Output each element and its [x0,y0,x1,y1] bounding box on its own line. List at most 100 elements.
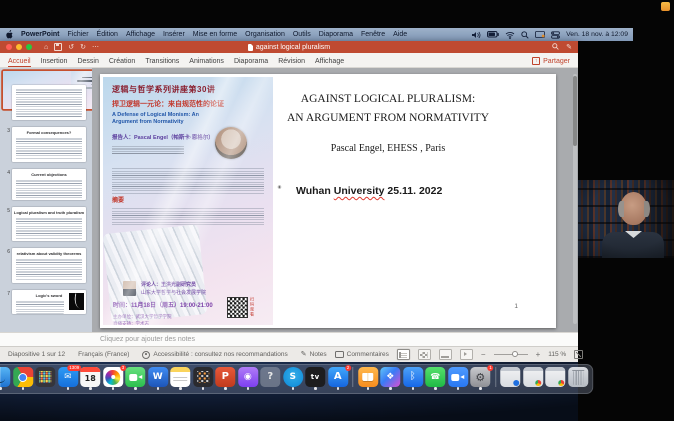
fit-slide-icon[interactable] [574,350,583,359]
undo-icon[interactable]: ↺ [68,44,74,51]
window-min-chrome-icon[interactable] [523,367,543,387]
mail-icon[interactable]: ✉1309 [58,367,78,387]
reading-view-button[interactable] [439,349,452,360]
menu-item-organisation[interactable]: Organisation [245,31,285,38]
skype-icon[interactable]: S [283,367,303,387]
apple-tv-icon[interactable]: tv [305,367,325,387]
menu-item-fichier[interactable]: Fichier [68,31,89,38]
screen-share-icon[interactable] [535,31,545,39]
launchpad-icon[interactable] [35,367,55,387]
running-indicator [479,387,482,390]
menu-item-outils[interactable]: Outils [293,31,311,38]
app-store-icon[interactable]: A2 [328,367,348,387]
slide-thumbnail-2[interactable]: 2 [2,85,86,120]
chrome-icon[interactable] [13,367,33,387]
language-indicator[interactable]: Français (France) [78,351,129,358]
missing-app-icon[interactable]: ? [260,367,280,387]
menu-item-affichage[interactable]: Affichage [126,31,155,38]
accessibility-status[interactable]: Accessibilité : consultez nos recommanda… [142,351,287,359]
zoom-window-button[interactable] [26,44,32,50]
ribbon-tab-dessin[interactable]: Dessin [77,56,98,68]
zoom-out-button[interactable]: − [481,351,486,359]
more-commands-icon[interactable]: ⋯ [92,44,99,51]
thumbnail-number: 5 [2,207,10,241]
word-icon[interactable]: W [148,367,168,387]
vertical-scrollbar[interactable] [573,74,577,324]
ribbon-tab-cr-ation[interactable]: Création [109,56,135,68]
search-icon[interactable] [552,43,559,52]
finder-icon[interactable] [0,367,10,387]
window-min-chrome2-icon[interactable] [545,367,565,387]
powerpoint-icon[interactable]: P [215,367,235,387]
notes-app-icon[interactable] [170,367,190,387]
trash-icon[interactable] [568,367,588,387]
ribbon-tab-transitions[interactable]: Transitions [145,56,179,68]
apple-menu-icon[interactable] [5,30,13,39]
minimize-window-button[interactable] [16,44,22,50]
home-icon[interactable]: ⌂ [44,44,48,51]
slideshow-view-button[interactable] [460,349,473,360]
grid-app-icon[interactable] [193,367,213,387]
slide-thumbnail-1[interactable]: 1 [2,71,86,78]
zoom-icon[interactable] [448,367,468,387]
menu-item-ins-rer[interactable]: Insérer [163,31,185,38]
zoom-slider-knob[interactable] [512,351,518,357]
share-edit-icon[interactable]: ✎ [566,43,572,51]
shortcuts-icon[interactable]: ❖ [380,367,400,387]
ribbon-tab-diaporama[interactable]: Diaporama [234,56,268,68]
facetime-icon[interactable] [125,367,145,387]
poster-host: 主办单位：武汉大学哲学学院 [113,314,172,320]
bluetooth-icon[interactable]: ᛒ [403,367,423,387]
menu-item-aide[interactable]: Aide [393,31,407,38]
video-call-participant[interactable] [578,180,674,258]
menu-item--dition[interactable]: Édition [97,31,118,38]
menubar-app-name[interactable]: PowerPoint [21,31,60,38]
slide-thumbnail-3[interactable]: 3Formal consequences? [2,127,86,162]
slide-thumbnail-4[interactable]: 4Current objections [2,169,86,200]
photos-icon[interactable]: 3 [103,367,123,387]
menu-item-mise-en-forme[interactable]: Mise en forme [193,31,237,38]
ribbon-tab-animations[interactable]: Animations [189,56,224,68]
normal-view-button[interactable] [397,349,410,360]
slide-thumbnail-5[interactable]: 5Logical pluralism and truth pluralism [2,207,86,241]
thumbnail-title: Formal consequences? [12,130,86,135]
podcasts-icon[interactable]: ◉ [238,367,258,387]
ribbon-tab-r-vision[interactable]: Révision [278,56,305,68]
books-icon[interactable] [358,367,378,387]
window-min-blue-icon[interactable] [500,367,520,387]
ribbon-tab-affichage[interactable]: Affichage [315,56,344,68]
poster-speaker-bio-lines [112,145,184,155]
slide-counter[interactable]: Diapositive 1 sur 12 [8,351,65,358]
ribbon-tab-insertion[interactable]: Insertion [41,56,68,68]
zoom-percentage[interactable]: 115 % [548,351,566,358]
share-button[interactable]: ↑ Partager [532,57,570,67]
zoom-in-button[interactable]: + [536,351,541,359]
slide-canvas[interactable]: 逻辑与哲学系列讲座第30讲 捍卫逻辑一元论：来自规范性的论证 A Defense… [100,74,556,328]
control-center-icon[interactable] [551,31,560,39]
notes-pane[interactable]: Cliquez pour ajouter des notes [0,332,578,346]
ribbon-tab-accueil[interactable]: Accueil [8,56,31,67]
slide-title[interactable]: AGAINST LOGICAL PLURALISM: AN ARGUMENT F… [250,90,526,128]
close-window-button[interactable] [6,44,12,50]
slide-author[interactable]: Pascal Engel, EHESS , Paris [250,143,526,154]
slide-thumbnail-7[interactable]: 7Logic's sword [2,290,86,314]
menubar-clock[interactable]: Ven. 18 nov. à 12:09 [566,31,628,38]
comments-toggle-button[interactable]: Commentaires [335,351,389,358]
menu-item-fen-tre[interactable]: Fenêtre [361,31,385,38]
zoom-slider[interactable] [494,354,528,355]
calendar-icon[interactable]: 18 [80,367,100,387]
volume-icon[interactable] [472,31,481,39]
redo-icon[interactable]: ↻ [80,44,86,51]
wifi-icon[interactable] [505,31,515,39]
menu-item-diaporama[interactable]: Diaporama [319,31,353,38]
running-indicator [112,387,115,390]
slide-sorter-view-button[interactable] [418,349,431,360]
settings-icon[interactable]: ⚙1 [470,367,490,387]
save-icon[interactable] [54,43,62,51]
slide-thumbnail-6[interactable]: 6relativism about validity theorems [2,248,86,283]
battery-icon[interactable] [487,31,499,38]
spotlight-search-icon[interactable] [521,31,529,39]
whatsapp-icon[interactable]: ☎ [425,367,445,387]
notes-toggle-button[interactable]: ✎ Notes [301,351,327,358]
slide-venue[interactable]: Wuhan University 25.11. 2022 [296,185,442,197]
